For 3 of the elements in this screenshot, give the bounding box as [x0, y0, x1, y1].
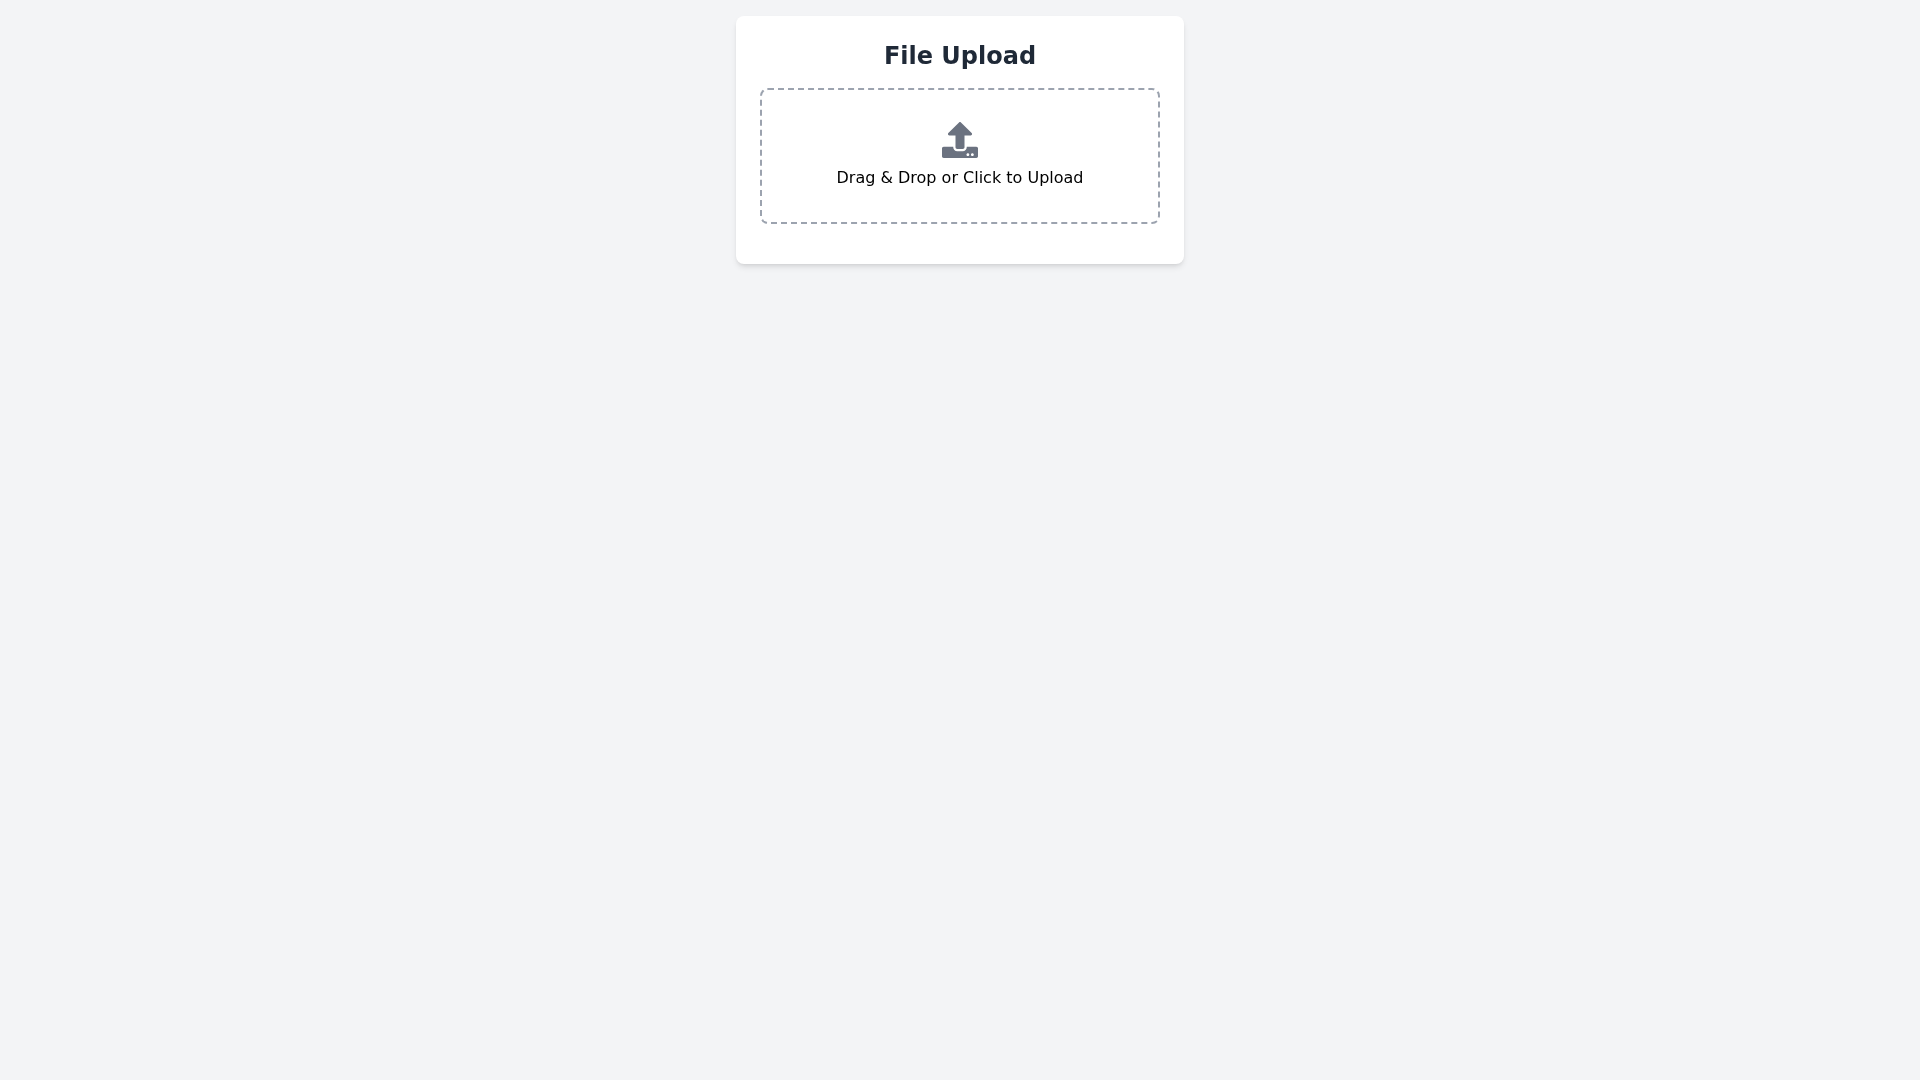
card-title: File Upload: [882, 41, 1038, 72]
upload-dropzone[interactable]: Drag & Drop or Click to Upload: [760, 88, 1160, 224]
upload-icon: [942, 122, 978, 158]
